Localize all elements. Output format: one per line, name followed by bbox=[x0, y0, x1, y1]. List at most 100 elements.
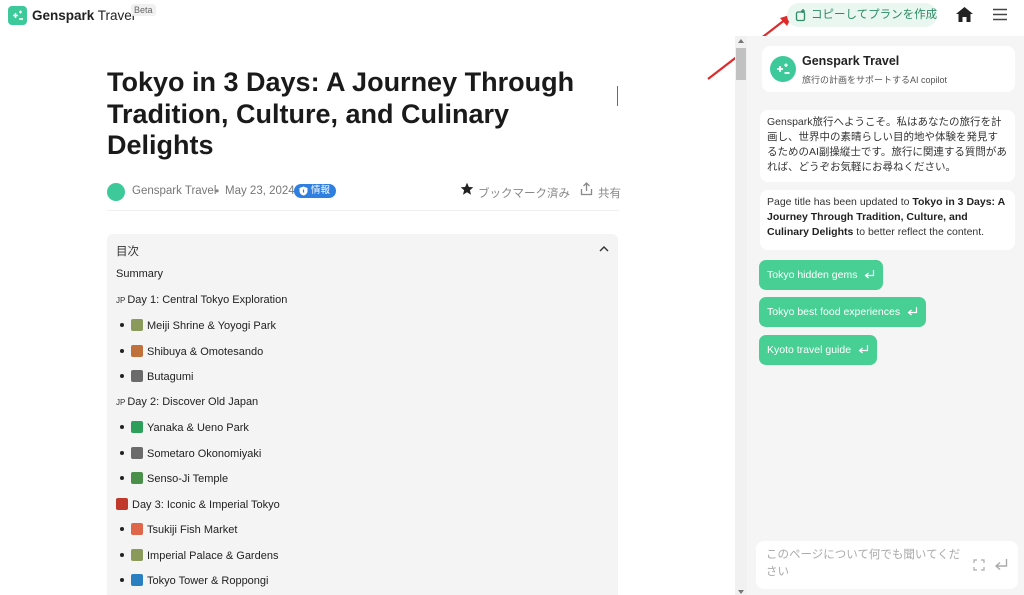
scroll-down-icon[interactable] bbox=[738, 590, 744, 594]
toc-item[interactable]: Sometaro Okonomiyaki bbox=[116, 446, 262, 460]
toc-item-label: Day 3: Iconic & Imperial Tokyo bbox=[132, 498, 280, 511]
toc-item[interactable]: Day 3: Iconic & Imperial Tokyo bbox=[116, 497, 280, 511]
bullet bbox=[120, 323, 124, 327]
home-icon[interactable] bbox=[955, 6, 974, 23]
toc-item-label: Tsukiji Fish Market bbox=[147, 524, 238, 536]
suggestion-label: Kyoto travel guide bbox=[767, 344, 852, 356]
update-prefix: Page title has been updated to bbox=[767, 196, 913, 208]
house-icon bbox=[131, 421, 143, 433]
menu-icon[interactable] bbox=[992, 8, 1008, 21]
welcome-message: Genspark旅行へようこそ。私はあなたの旅行を計画し、世界中の素晴らしい目的… bbox=[760, 110, 1015, 182]
chat-input[interactable] bbox=[766, 547, 966, 585]
page-title[interactable]: Tokyo in 3 Days: A Journey Through Tradi… bbox=[107, 67, 607, 162]
suggestion-label: Tokyo hidden gems bbox=[767, 269, 858, 281]
suggestion-chip[interactable]: Kyoto travel guide bbox=[759, 335, 878, 365]
toc-item[interactable]: JP Day 1: Central Tokyo Exploration bbox=[116, 294, 287, 306]
brand-suffix: Travel bbox=[97, 8, 135, 23]
return-icon bbox=[865, 270, 875, 279]
framed-picture-icon bbox=[131, 446, 143, 459]
toc-heading: 目次 bbox=[116, 246, 139, 258]
toc-item-label: Senso-Ji Temple bbox=[147, 473, 229, 485]
star-bookmark-icon[interactable] bbox=[460, 182, 474, 196]
author-avatar bbox=[107, 183, 125, 201]
assistant-avatar-icon bbox=[770, 56, 796, 82]
shrine-icon bbox=[131, 548, 143, 561]
bullet bbox=[120, 476, 124, 480]
expand-icon[interactable] bbox=[973, 559, 985, 571]
divider bbox=[107, 210, 619, 211]
toc-item[interactable]: Summary bbox=[116, 268, 163, 280]
toc-item-label: Sometaro Okonomiyaki bbox=[147, 447, 262, 460]
toc-item[interactable]: Butagumi bbox=[116, 370, 193, 383]
tower-icon bbox=[131, 574, 143, 586]
copy-and-create-plan-button[interactable]: コピーしてプランを作成 bbox=[787, 3, 937, 27]
toc-item-label: Summary bbox=[116, 268, 164, 280]
brand-name[interactable]: Genspark Travel bbox=[32, 8, 135, 23]
person-walking-icon bbox=[131, 344, 143, 357]
suggestion-chip[interactable]: Tokyo hidden gems bbox=[759, 260, 884, 290]
scroll-thumb[interactable] bbox=[736, 48, 746, 80]
beta-badge: Beta bbox=[131, 4, 156, 16]
assistant-card: Genspark Travel 旅行の計画をサポートするAI copilot bbox=[762, 46, 1015, 92]
toc-item-label: Yanaka & Ueno Park bbox=[147, 422, 249, 434]
tower-icon bbox=[116, 497, 128, 510]
genspark-logo-icon[interactable] bbox=[8, 6, 27, 25]
toc-item-label: Butagumi bbox=[147, 371, 194, 383]
copilot-sidebar: Genspark Travel 旅行の計画をサポートするAI copilot G… bbox=[747, 36, 1024, 595]
send-return-icon[interactable] bbox=[994, 558, 1008, 571]
scroll-up-icon[interactable] bbox=[738, 39, 744, 43]
toc-item-label: Imperial Palace & Gardens bbox=[147, 549, 279, 562]
info-badge: 情報 bbox=[294, 184, 337, 198]
copy-plan-icon bbox=[795, 9, 806, 22]
share-button[interactable]: 共有 bbox=[598, 185, 621, 201]
toc-item-label: Day 1: Central Tokyo Exploration bbox=[127, 293, 288, 306]
update-suffix: to better reflect the content. bbox=[853, 226, 985, 238]
meta-separator: • bbox=[215, 184, 220, 198]
toc-item[interactable]: Imperial Palace & Gardens bbox=[116, 548, 279, 562]
return-icon bbox=[858, 345, 869, 354]
framed-picture-icon bbox=[131, 370, 143, 382]
text-cursor bbox=[617, 86, 618, 106]
toc-item-label: Shibuya & Omotesando bbox=[147, 345, 264, 358]
author-name[interactable]: Genspark Travel bbox=[132, 185, 216, 197]
flag-jp-icon: JP bbox=[116, 295, 126, 305]
toc-item[interactable]: Senso-Ji Temple bbox=[116, 472, 228, 485]
bullet bbox=[120, 527, 124, 531]
table-of-contents: 目次 Summary JP Day 1: Central Tokyo Explora… bbox=[107, 234, 618, 595]
chevron-up-icon[interactable] bbox=[599, 245, 609, 252]
suggestion-chip[interactable]: Tokyo best food experiences bbox=[759, 297, 927, 327]
shield-icon bbox=[299, 186, 308, 196]
bullet bbox=[120, 348, 124, 353]
toc-item-label: Day 2: Discover Old Japan bbox=[127, 395, 259, 408]
flag-jp-icon: JP bbox=[116, 397, 126, 407]
publish-date: May 23, 2024 bbox=[225, 185, 295, 197]
temple-icon bbox=[131, 472, 143, 484]
bullet bbox=[120, 374, 124, 378]
toc-item[interactable]: Yanaka & Ueno Park bbox=[116, 421, 249, 434]
scrollbar[interactable] bbox=[735, 36, 747, 595]
toc-item[interactable]: Tokyo Tower & Roppongi bbox=[116, 574, 268, 587]
toc-item[interactable]: Meiji Shrine & Yoyogi Park bbox=[116, 319, 276, 332]
sushi-icon bbox=[131, 523, 143, 535]
title-update-message: Page title has been updated to Tokyo in … bbox=[760, 190, 1015, 250]
shrine-icon bbox=[131, 319, 143, 331]
suggestion-label: Tokyo best food experiences bbox=[767, 306, 901, 318]
toc-item[interactable]: JP Day 2: Discover Old Japan bbox=[116, 396, 258, 408]
bookmark-button[interactable]: ブックマーク済み bbox=[478, 185, 570, 201]
toc-item-label: Meiji Shrine & Yoyogi Park bbox=[147, 320, 277, 332]
top-bar: Genspark Travel Beta コピーしてプランを作成 bbox=[0, 0, 1024, 80]
toc-item[interactable]: Shibuya & Omotesando bbox=[116, 344, 264, 358]
article-pane: Tokyo in 3 Days: A Journey Through Tradi… bbox=[0, 36, 735, 595]
info-badge-label: 情報 bbox=[311, 185, 331, 196]
share-icon[interactable] bbox=[580, 182, 593, 196]
assistant-name: Genspark Travel bbox=[802, 54, 900, 68]
bullet bbox=[120, 450, 124, 455]
toc-item-label: Tokyo Tower & Roppongi bbox=[147, 575, 269, 587]
chat-input-box bbox=[756, 541, 1018, 589]
bullet bbox=[120, 552, 124, 557]
copy-plan-label: コピーしてプランを作成 bbox=[811, 9, 938, 21]
bullet bbox=[120, 425, 124, 429]
assistant-subtitle: 旅行の計画をサポートするAI copilot bbox=[802, 75, 948, 85]
article-meta: Genspark Travel • May 23, 2024 情報 ブックマーク… bbox=[107, 182, 621, 211]
toc-item[interactable]: Tsukiji Fish Market bbox=[116, 523, 237, 536]
